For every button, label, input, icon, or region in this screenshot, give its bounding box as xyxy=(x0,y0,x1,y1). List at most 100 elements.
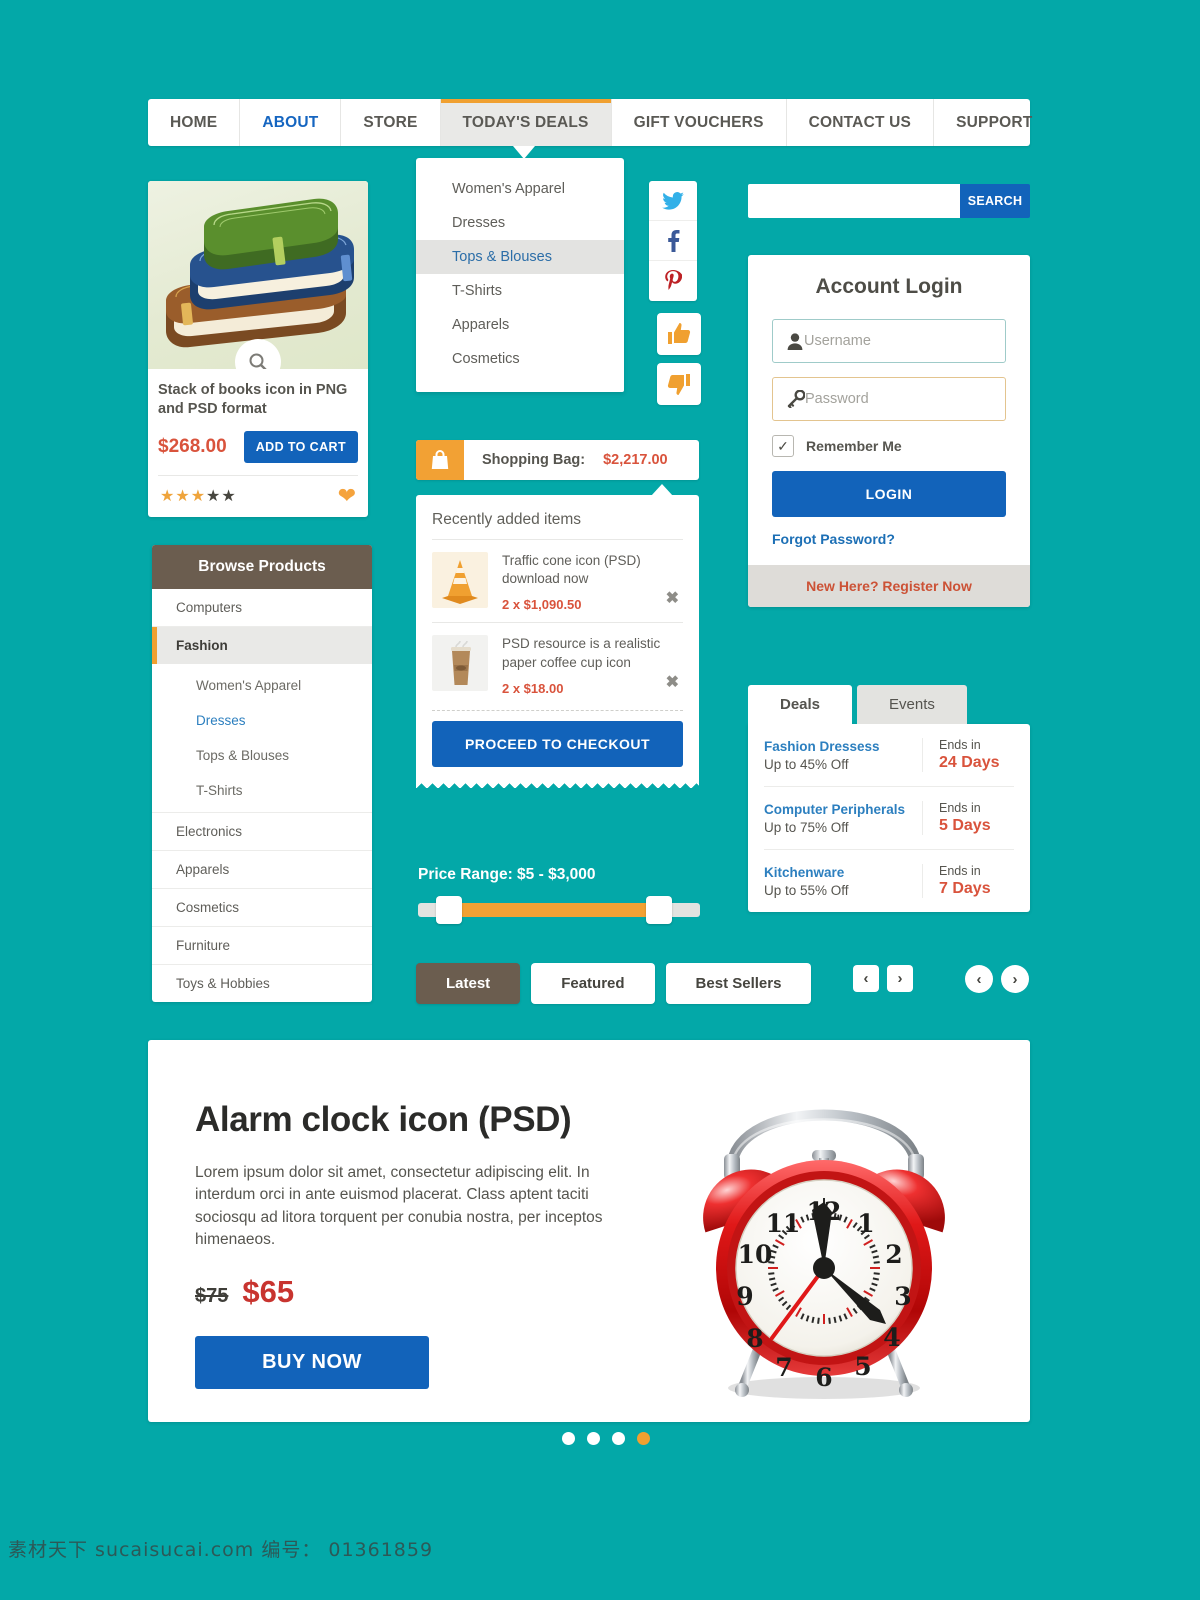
carousel-dots xyxy=(562,1432,650,1445)
deal-name[interactable]: Computer Peripherals xyxy=(764,802,922,817)
nav-item-store[interactable]: STORE xyxy=(341,99,441,146)
deal-row[interactable]: Fashion Dressess Up to 45% Off Ends in 24 D… xyxy=(764,724,1014,787)
browse-item-furniture[interactable]: Furniture xyxy=(152,927,372,965)
deals-tab-events[interactable]: Events xyxy=(857,685,967,724)
browse-item-fashion[interactable]: Fashion xyxy=(152,627,372,664)
browse-item-electronics[interactable]: Electronics xyxy=(152,813,372,851)
password-input[interactable] xyxy=(805,391,992,407)
star-icon[interactable]: ★ xyxy=(191,488,206,505)
dropdown-item-apparels[interactable]: Apparels xyxy=(416,308,624,342)
browse-subitem-tops-blouses[interactable]: Tops & Blouses xyxy=(152,738,372,773)
pinterest-button[interactable] xyxy=(649,261,697,301)
carousel-dot[interactable] xyxy=(612,1432,625,1445)
browse-item-toys-hobbies[interactable]: Toys & Hobbies xyxy=(152,965,372,1002)
cart-item-name: Traffic cone icon (PSD) download now xyxy=(502,553,641,587)
carousel-dot[interactable] xyxy=(562,1432,575,1445)
dropdown-item-t-shirts[interactable]: T-Shirts xyxy=(416,274,624,308)
key-icon xyxy=(787,390,805,408)
remove-item-icon[interactable]: ✖ xyxy=(666,672,679,692)
deal-offer: Up to 75% Off xyxy=(764,819,849,835)
register-now-link[interactable]: New Here? Register Now xyxy=(748,565,1030,607)
thumb-up-icon xyxy=(668,323,691,344)
filter-tab-latest[interactable]: Latest xyxy=(416,963,521,1004)
star-icon[interactable]: ★ xyxy=(175,488,190,505)
deal-row[interactable]: Kitchenware Up to 55% Off Ends in 7 Days xyxy=(764,850,1014,912)
price-range-slider[interactable] xyxy=(418,896,700,924)
dropdown-item-dresses[interactable]: Dresses xyxy=(416,206,624,240)
dropdown-item-tops-blouses[interactable]: Tops & Blouses xyxy=(416,240,624,274)
deal-name[interactable]: Fashion Dressess xyxy=(764,739,922,754)
star-icon[interactable]: ★ xyxy=(160,488,175,505)
login-button[interactable]: LOGIN xyxy=(772,471,1006,517)
nav-item-today-s-deals[interactable]: TODAY'S DEALS xyxy=(440,99,612,146)
price-range-min-handle[interactable] xyxy=(436,896,462,924)
shopping-bag-icon xyxy=(416,440,464,480)
nav-item-support[interactable]: SUPPORT xyxy=(934,99,1054,146)
facebook-icon xyxy=(667,229,679,252)
nav-item-contact-us[interactable]: CONTACT US xyxy=(787,99,935,146)
dropdown-item-women-s-apparel[interactable]: Women's Apparel xyxy=(416,172,624,206)
dropdown-item-cosmetics[interactable]: Cosmetics xyxy=(416,342,624,376)
search-button[interactable]: SEARCH xyxy=(960,184,1030,218)
product-image[interactable] xyxy=(148,181,368,369)
nav-item-about[interactable]: ABOUT xyxy=(240,99,342,146)
remember-me-checkbox[interactable]: ✓ xyxy=(772,435,794,457)
banner-new-price: $65 xyxy=(242,1273,295,1309)
featured-product-card[interactable]: Stack of books icon in PNG and PSD forma… xyxy=(148,181,368,517)
remove-item-icon[interactable]: ✖ xyxy=(666,588,679,608)
username-input[interactable] xyxy=(804,333,991,349)
social-buttons xyxy=(649,181,697,301)
coffee-cup-icon xyxy=(432,635,488,692)
heart-icon[interactable]: ❤ xyxy=(338,484,356,507)
buy-now-button[interactable]: BUY NOW xyxy=(195,1335,429,1389)
thumb-down-icon xyxy=(667,374,690,395)
nav-item-gift-vouchers[interactable]: GIFT VOUCHERS xyxy=(612,99,787,146)
twitter-button[interactable] xyxy=(649,181,697,221)
carousel-prev-button[interactable]: ‹ xyxy=(965,965,993,993)
username-field[interactable] xyxy=(772,319,1006,363)
deal-row[interactable]: Computer Peripherals Up to 75% Off Ends in… xyxy=(764,787,1014,850)
deal-info: Fashion Dressess Up to 45% Off xyxy=(764,739,922,772)
thumb-down-button[interactable] xyxy=(657,363,701,405)
thumb-up-button[interactable] xyxy=(657,313,701,355)
cart-item-row[interactable]: PSD resource is a realistic paper coffee… xyxy=(432,622,683,705)
star-icon[interactable]: ★ xyxy=(221,488,236,505)
browse-subitem-women-s-apparel[interactable]: Women's Apparel xyxy=(152,668,372,703)
deal-offer: Up to 55% Off xyxy=(764,882,849,898)
carousel-next-button[interactable]: › xyxy=(1001,965,1029,993)
banner-description: Lorem ipsum dolor sit amet, consectetur … xyxy=(195,1164,603,1249)
traffic-cone-image xyxy=(432,552,488,608)
browse-item-apparels[interactable]: Apparels xyxy=(152,851,372,889)
price-range-max-handle[interactable] xyxy=(646,896,672,924)
search-input[interactable] xyxy=(748,184,960,218)
filter-round-arrows: ‹ › xyxy=(965,965,1029,993)
add-to-cart-button[interactable]: ADD TO CART xyxy=(243,430,358,463)
filter-tab-featured[interactable]: Featured xyxy=(531,963,655,1004)
browse-products-list: Computers Fashion Women's Apparel Dresses To… xyxy=(152,589,372,1002)
svg-text:2: 2 xyxy=(885,1240,902,1269)
filter-prev-button[interactable]: ‹ xyxy=(853,965,879,992)
carousel-dot[interactable] xyxy=(637,1432,650,1445)
recently-added-title: Recently added items xyxy=(432,511,582,528)
browse-subitem-t-shirts[interactable]: T-Shirts xyxy=(152,773,372,808)
browse-item-cosmetics[interactable]: Cosmetics xyxy=(152,889,372,927)
shopping-bag-bar[interactable]: Shopping Bag: $2,217.00 xyxy=(416,440,699,480)
browse-item-computers[interactable]: Computers xyxy=(152,589,372,627)
proceed-to-checkout-button[interactable]: PROCEED TO CHECKOUT xyxy=(432,720,683,767)
deal-name[interactable]: Kitchenware xyxy=(764,865,922,880)
filter-next-button[interactable]: › xyxy=(887,965,913,992)
filter-tab-best-sellers[interactable]: Best Sellers xyxy=(665,963,812,1004)
account-login-panel: Account Login Username ✓ Remember Me LOG… xyxy=(748,255,1030,607)
deals-tab-deals[interactable]: Deals xyxy=(748,685,853,724)
password-field[interactable] xyxy=(772,377,1006,421)
forgot-password-link[interactable]: Forgot Password? xyxy=(772,531,1006,547)
cart-item-row[interactable]: Traffic cone icon (PSD) download now 2 x… xyxy=(432,539,683,622)
browse-subitem-dresses[interactable]: Dresses xyxy=(152,703,372,738)
product-rating[interactable]: ★★★★★ xyxy=(160,486,338,506)
browse-products-heading: Browse Products xyxy=(152,545,372,589)
facebook-button[interactable] xyxy=(649,221,697,261)
star-icon[interactable]: ★ xyxy=(206,488,221,505)
carousel-dot[interactable] xyxy=(587,1432,600,1445)
deal-ends-label: Ends in xyxy=(939,864,981,878)
nav-item-home[interactable]: HOME xyxy=(148,99,241,146)
